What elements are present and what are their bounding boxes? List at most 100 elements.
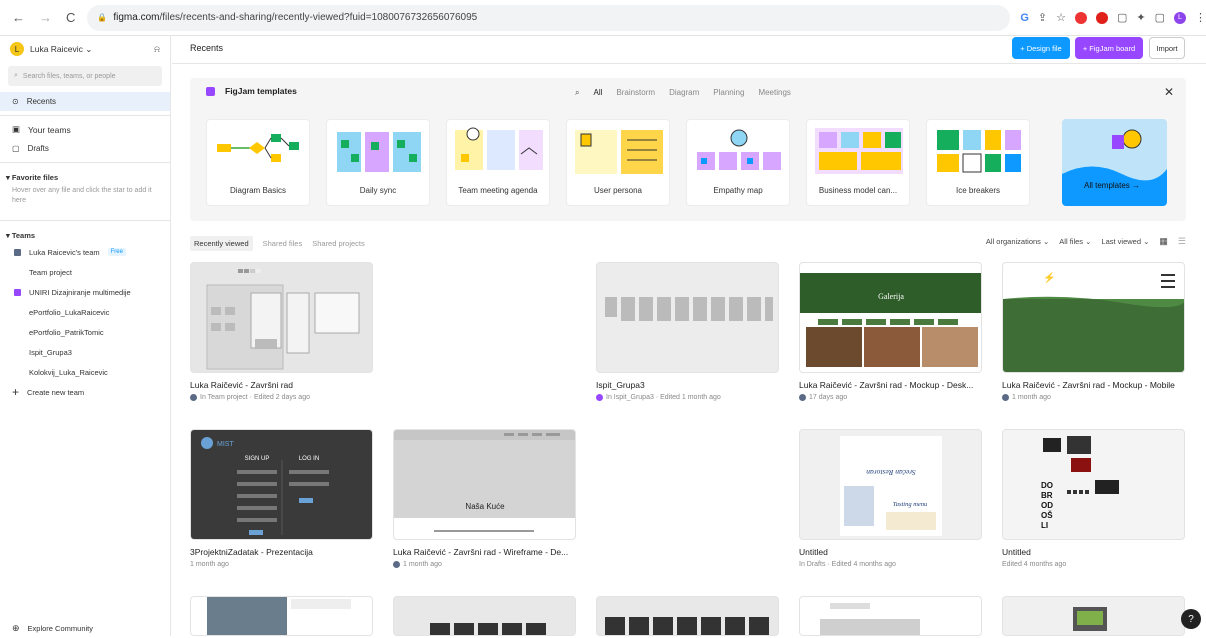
close-icon[interactable]: ✕ — [1164, 85, 1174, 99]
all-templates-art — [1062, 129, 1167, 206]
file-title[interactable]: Ispit_Grupa3 — [596, 380, 786, 390]
file-filters: All organizations ⌄ All files ⌄ Last vie… — [986, 236, 1186, 247]
sidebar-item-your-teams[interactable]: ▣ Your teams — [0, 120, 170, 139]
banner-title: FigJam templates — [225, 86, 297, 96]
file-title[interactable]: 3ProjektniZadatak - Prezentacija — [190, 547, 380, 557]
figjam-icon — [206, 86, 215, 96]
sort-filter[interactable]: Last viewed ⌄ — [1101, 237, 1149, 246]
forward-icon[interactable]: → — [39, 10, 52, 25]
file-meta: 1 month ago — [1002, 394, 1051, 401]
template-card[interactable]: Business model can... — [806, 119, 910, 206]
help-button[interactable]: ? — [1181, 609, 1201, 629]
extension-icon[interactable]: ▢ — [1117, 11, 1127, 24]
sidebar-team-item[interactable]: Luka Raicevic's team Free — [0, 242, 170, 262]
category-all[interactable]: All — [593, 88, 602, 98]
file-card[interactable] — [190, 262, 373, 373]
category-meetings[interactable]: Meetings — [758, 88, 790, 98]
new-design-file-button[interactable]: + Design file — [1012, 37, 1070, 59]
sidebar-team-item[interactable]: ePortfolio_PatrikTomic — [0, 322, 170, 342]
tab-shared-projects[interactable]: Shared projects — [312, 236, 365, 251]
sidebar-team-item[interactable]: Team project — [0, 262, 170, 282]
file-card[interactable] — [190, 596, 373, 636]
template-card[interactable]: Diagram Basics — [206, 119, 310, 206]
share-icon[interactable]: ⇪ — [1038, 11, 1047, 24]
file-card[interactable]: Galerija — [799, 262, 982, 373]
adblock-icon[interactable] — [1074, 11, 1087, 24]
organization-filter[interactable]: All organizations ⌄ — [986, 237, 1049, 246]
team-label: UNIRI Dizajniranje multimedije — [29, 287, 131, 297]
file-thumbnail — [191, 597, 372, 635]
team-label: ePortfolio_LukaRaicevic — [29, 307, 110, 317]
thumb-dobro-3: OD — [1041, 501, 1053, 510]
explore-community-link[interactable]: ⊕ Explore Community — [0, 618, 93, 638]
search-icon: ⌕ — [14, 72, 18, 79]
google-icon[interactable]: G — [1020, 12, 1029, 24]
category-planning[interactable]: Planning — [713, 88, 744, 98]
profile-icon[interactable]: L — [1174, 11, 1186, 24]
template-card[interactable]: Daily sync — [326, 119, 430, 206]
opera-icon[interactable] — [1095, 11, 1108, 24]
file-title[interactable]: Luka Raičević - Završni rad — [190, 380, 380, 390]
file-title[interactable]: Luka Raičević - Završni rad - Wireframe … — [393, 547, 583, 557]
ice-breakers-art — [931, 124, 1027, 178]
create-team-button[interactable]: + Create new team — [0, 382, 170, 402]
file-card[interactable]: Naša Kuće — [393, 429, 576, 540]
file-card[interactable]: ⚡ — [1002, 262, 1185, 373]
new-figjam-board-button[interactable]: + FigJam board — [1075, 37, 1143, 59]
file-type-filter[interactable]: All files ⌄ — [1059, 237, 1091, 246]
file-card[interactable]: DO BR OD OŠ LI — [1002, 429, 1185, 540]
sidebar-team-item[interactable]: UNIRI Dizajniranje multimedije — [0, 282, 170, 302]
file-title[interactable]: Untitled — [799, 547, 989, 557]
sidebar-team-item[interactable]: ePortfolio_LukaRaicevic — [0, 302, 170, 322]
grid-view-icon[interactable]: ▦ — [1159, 236, 1168, 247]
file-card[interactable] — [596, 596, 779, 636]
file-meta-text: 1 month ago — [1012, 394, 1051, 401]
all-templates-card[interactable]: All templates → — [1062, 119, 1167, 206]
file-card[interactable] — [799, 596, 982, 636]
template-card[interactable]: Ice breakers — [926, 119, 1030, 206]
browser-toolbar: ← → C 🔒 figma.com /files/recents-and-sha… — [0, 0, 1206, 36]
file-card[interactable]: Srećan Restoran Tasting menu — [799, 429, 982, 540]
sidebar-team-item[interactable]: Kolokvij_Luka_Raicevic — [0, 362, 170, 382]
menu-icon[interactable]: ⋮ — [1195, 11, 1206, 24]
sidebar-item-drafts[interactable]: ▢ Drafts — [0, 139, 170, 158]
category-diagram[interactable]: Diagram — [669, 88, 699, 98]
account-name: Luka Raicevic ⌄ — [30, 43, 93, 54]
search-icon[interactable]: ⌕ — [575, 88, 579, 98]
diagram-art — [211, 124, 307, 178]
tab-recently-viewed[interactable]: Recently viewed — [190, 236, 253, 251]
favorites-heading[interactable]: ▾ Favorite files — [0, 167, 170, 184]
file-card[interactable] — [596, 262, 779, 373]
account-switcher[interactable]: L Luka Raicevic ⌄ ⍾ — [0, 38, 170, 60]
reload-icon[interactable]: C — [66, 10, 75, 25]
sidebar-item-recents[interactable]: ⊙ Recents — [0, 92, 170, 111]
meeting-agenda-art — [451, 124, 547, 178]
lock-icon: 🔒 — [97, 13, 108, 22]
back-icon[interactable]: ← — [12, 10, 25, 25]
puzzle-icon[interactable]: ✦ — [1136, 11, 1145, 24]
file-card[interactable]: MIST SIGN UP LOG IN — [190, 429, 373, 540]
import-button[interactable]: Import — [1149, 37, 1185, 59]
file-title[interactable]: Luka Raičević - Završni rad - Mockup - D… — [799, 380, 989, 390]
list-view-icon[interactable]: ☰ — [1178, 236, 1186, 247]
tab-shared-files[interactable]: Shared files — [263, 236, 303, 251]
category-brainstorm[interactable]: Brainstorm — [616, 88, 655, 98]
sidebar-team-item[interactable]: Ispit_Grupa3 — [0, 342, 170, 362]
star-icon[interactable]: ☆ — [1056, 11, 1066, 24]
file-thumbnail — [394, 597, 575, 635]
search-input[interactable]: ⌕ Search files, teams, or people — [8, 66, 162, 86]
extensions: G ⇪ ☆ ▢ ✦ ▢ L ⋮ — [1020, 11, 1206, 24]
template-card[interactable]: Empathy map — [686, 119, 790, 206]
file-card[interactable] — [393, 596, 576, 636]
sidepanel-icon[interactable]: ▢ — [1155, 11, 1165, 24]
address-bar[interactable]: 🔒 figma.com /files/recents-and-sharing/r… — [87, 4, 1011, 31]
teams-heading[interactable]: ▾ Teams — [0, 225, 170, 242]
teams-icon: ▣ — [12, 124, 21, 134]
file-title[interactable]: Untitled — [1002, 547, 1192, 557]
file-thumbnail: MIST SIGN UP LOG IN — [191, 430, 372, 539]
template-card[interactable]: Team meeting agenda — [446, 119, 550, 206]
template-card[interactable]: User persona — [566, 119, 670, 206]
file-title[interactable]: Luka Raičević - Završni rad - Mockup - M… — [1002, 380, 1192, 390]
bell-icon[interactable]: ⍾ — [154, 44, 160, 55]
file-card[interactable] — [1002, 596, 1185, 636]
